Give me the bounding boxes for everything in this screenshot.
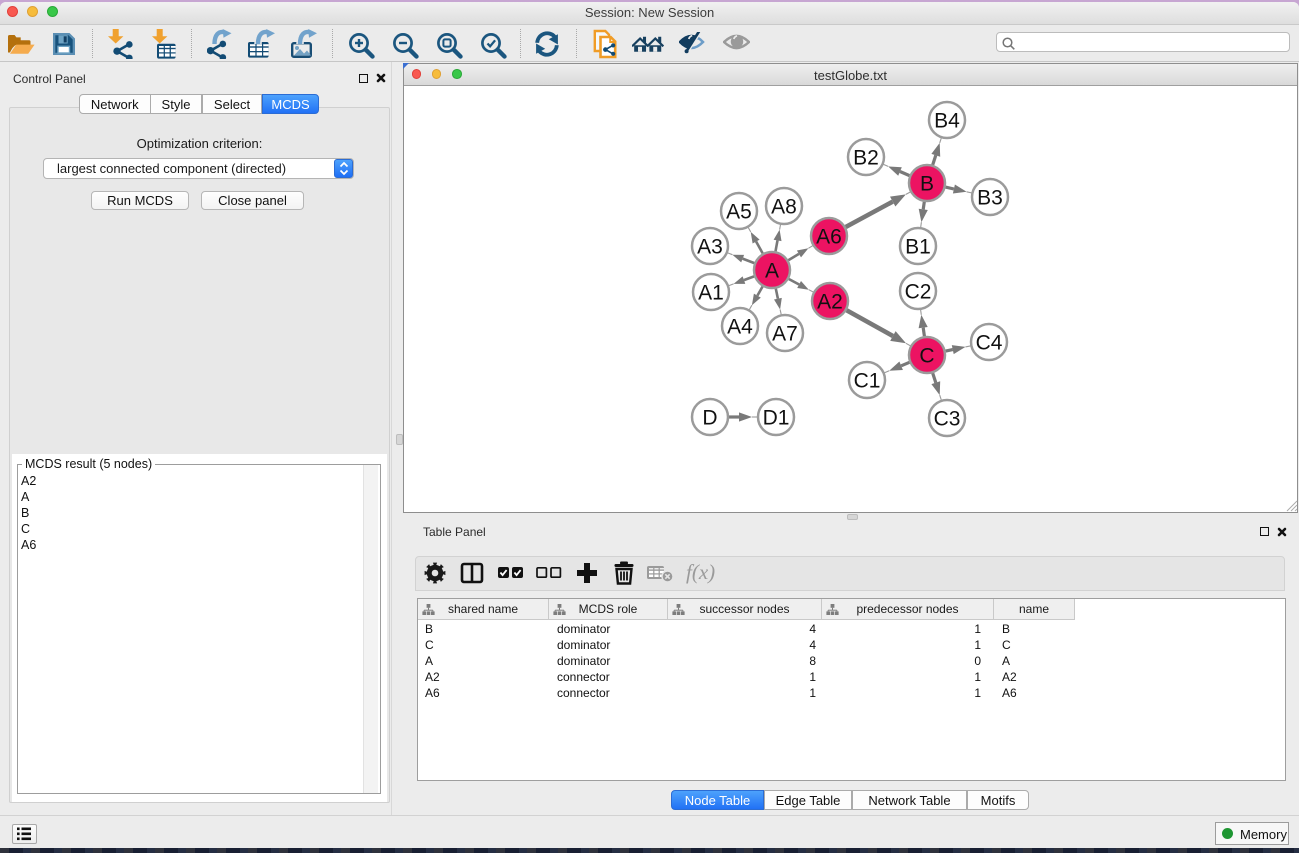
svg-text:C4: C4 bbox=[976, 332, 1003, 355]
svg-text:A3: A3 bbox=[697, 236, 723, 259]
svg-text:A8: A8 bbox=[771, 196, 797, 219]
svg-text:D1: D1 bbox=[763, 407, 790, 430]
svg-text:A4: A4 bbox=[727, 316, 753, 339]
svg-text:C2: C2 bbox=[905, 281, 932, 304]
svg-text:A5: A5 bbox=[726, 201, 752, 224]
svg-text:B3: B3 bbox=[977, 187, 1003, 210]
svg-text:A7: A7 bbox=[772, 323, 798, 346]
svg-text:C3: C3 bbox=[934, 408, 961, 431]
svg-text:A1: A1 bbox=[698, 282, 724, 305]
svg-text:B: B bbox=[920, 173, 934, 196]
svg-text:C: C bbox=[919, 345, 934, 368]
svg-text:C1: C1 bbox=[854, 370, 881, 393]
svg-text:B2: B2 bbox=[853, 147, 879, 170]
svg-text:B4: B4 bbox=[934, 110, 960, 133]
svg-text:D: D bbox=[702, 407, 717, 430]
svg-text:A: A bbox=[765, 260, 779, 283]
svg-text:A6: A6 bbox=[816, 226, 842, 249]
svg-text:B1: B1 bbox=[905, 236, 931, 259]
svg-text:A2: A2 bbox=[817, 291, 843, 314]
